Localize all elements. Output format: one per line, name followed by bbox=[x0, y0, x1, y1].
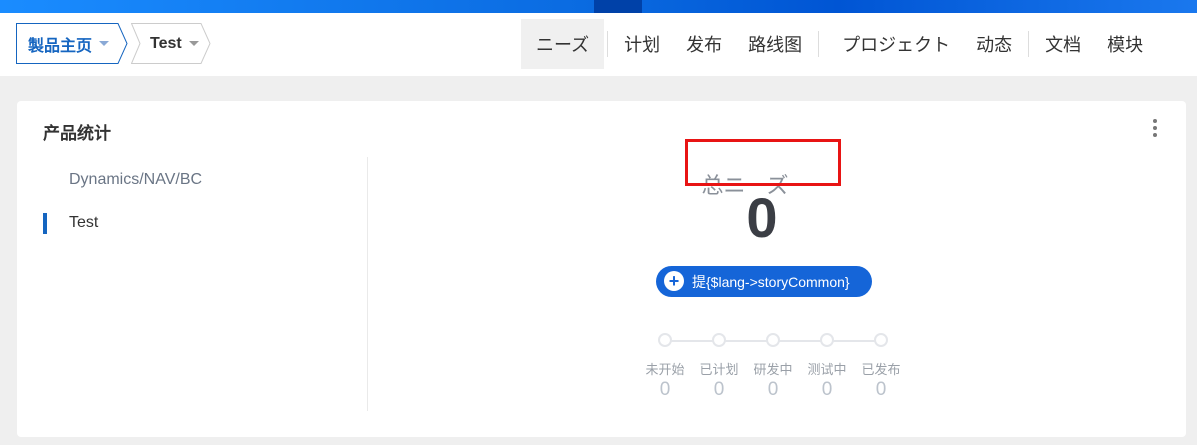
chevron-down-icon bbox=[188, 41, 199, 46]
nav-item-project[interactable]: プロジェクト bbox=[822, 19, 963, 69]
selected-indicator bbox=[43, 213, 47, 234]
stage-count: 0 bbox=[821, 379, 833, 400]
more-options-icon[interactable] bbox=[1152, 119, 1158, 141]
stage-label: 研发中 bbox=[753, 362, 793, 377]
stage-label: 未开始 bbox=[645, 362, 685, 377]
add-story-label: 提{$lang->storyCommon} bbox=[692, 273, 850, 290]
nav-item-docs[interactable]: 文档 bbox=[1032, 19, 1094, 69]
stage-label: 测试中 bbox=[807, 362, 847, 377]
nav-divider bbox=[818, 31, 820, 57]
stage-dot bbox=[658, 333, 672, 347]
stage-dot bbox=[712, 333, 726, 347]
nav-divider bbox=[1028, 31, 1030, 57]
breadcrumb-label: 製品主页 bbox=[28, 37, 93, 55]
nav-item-modules[interactable]: 模块 bbox=[1094, 19, 1156, 69]
breadcrumb-product-select[interactable]: Test bbox=[131, 23, 211, 64]
nav-item-plan[interactable]: 计划 bbox=[611, 19, 673, 69]
product-list-item[interactable]: Dynamics/NAV/BC bbox=[69, 171, 202, 189]
stage-count: 0 bbox=[713, 379, 725, 400]
stage-label: 已发布 bbox=[861, 362, 901, 377]
nav-item-release[interactable]: 发布 bbox=[673, 19, 735, 69]
stage-dot bbox=[820, 333, 834, 347]
total-needs-value: 0 bbox=[746, 186, 778, 249]
stage-count: 0 bbox=[659, 379, 671, 400]
stage-label: 已计划 bbox=[699, 362, 739, 377]
panel-divider bbox=[367, 157, 368, 411]
stage-dot bbox=[874, 333, 888, 347]
chevron-down-icon bbox=[99, 41, 110, 46]
top-color-bar bbox=[0, 0, 1197, 13]
stage-dot bbox=[766, 333, 780, 347]
breadcrumb-label: Test bbox=[150, 34, 182, 52]
breadcrumb-product-home[interactable]: 製品主页 bbox=[16, 23, 128, 64]
stage-count: 0 bbox=[875, 379, 887, 400]
header-bar: 製品主页 Test ニーズ 计划 发布 路线图 プロジェクト 动态 文档 模块 bbox=[0, 13, 1197, 76]
top-bar-segment bbox=[594, 0, 642, 13]
nav-divider bbox=[607, 31, 609, 57]
nav-item-dynamic[interactable]: 动态 bbox=[963, 19, 1025, 69]
plus-icon: + bbox=[664, 271, 684, 291]
product-list-item-selected[interactable]: Test bbox=[69, 214, 98, 232]
highlight-box bbox=[685, 139, 841, 186]
card-title: 产品统计 bbox=[43, 124, 111, 143]
main-nav: ニーズ 计划 发布 路线图 プロジェクト 动态 文档 模块 bbox=[521, 19, 1156, 69]
stage-count: 0 bbox=[767, 379, 779, 400]
product-stats-card: 产品统计 Dynamics/NAV/BC Test bbox=[17, 101, 1186, 437]
nav-item-roadmap[interactable]: 路线图 bbox=[735, 19, 815, 69]
add-story-button[interactable]: + 提{$lang->storyCommon} bbox=[656, 266, 872, 297]
nav-item-needs[interactable]: ニーズ bbox=[521, 19, 605, 69]
